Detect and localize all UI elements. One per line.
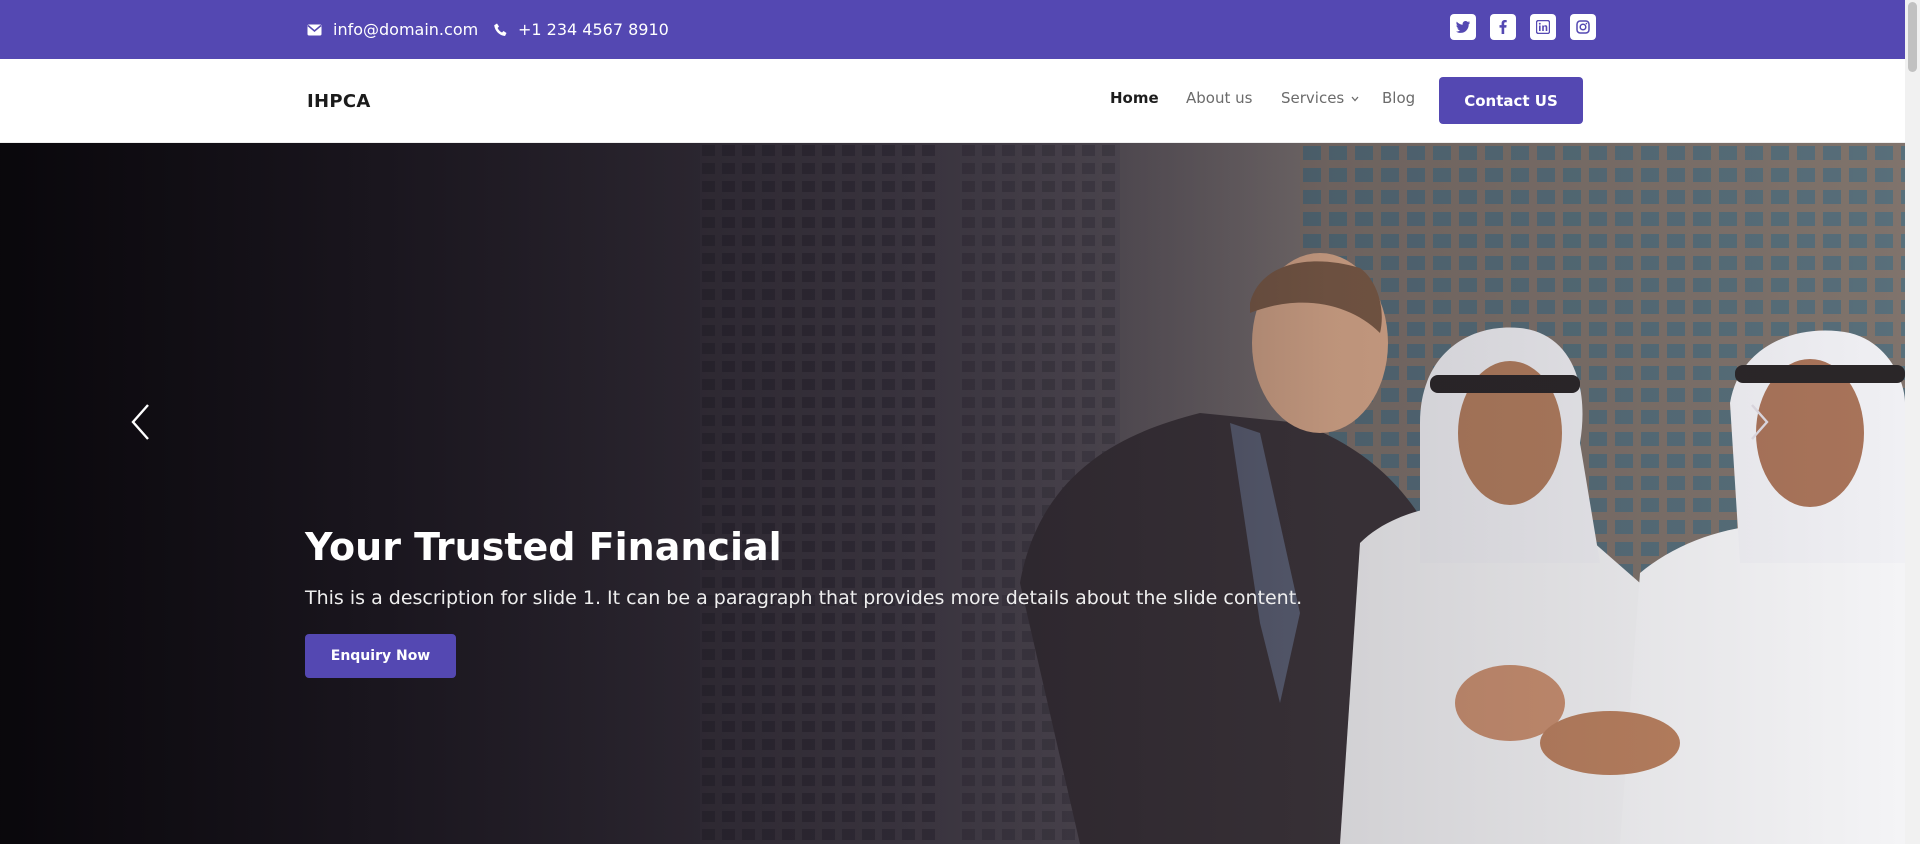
hero-title: Your Trusted Financial [305,525,782,569]
hero-slider: Your Trusted Financial This is a descrip… [0,143,1905,844]
social-links [1450,14,1596,40]
nav-item-home[interactable]: Home [1110,89,1159,107]
phone-contact[interactable]: +1 234 4567 8910 [494,0,669,59]
nav-item-about-us[interactable]: About us [1186,89,1252,107]
chevron-down-icon [1351,96,1359,101]
phone-icon [494,23,507,36]
page-scrollbar[interactable] [1905,0,1920,844]
email-contact[interactable]: info@domain.com [307,0,478,59]
linkedin-link[interactable] [1530,14,1556,40]
phone-text: +1 234 4567 8910 [518,20,669,39]
facebook-link[interactable] [1490,14,1516,40]
linkedin-icon [1536,20,1550,34]
nav-item-blog[interactable]: Blog [1382,89,1415,107]
nav-item-services[interactable]: Services [1281,89,1359,107]
slider-prev-arrow[interactable] [130,403,152,441]
slider-next-arrow[interactable] [1748,403,1770,441]
email-text: info@domain.com [333,20,479,39]
enquiry-now-button[interactable]: Enquiry Now [305,634,456,678]
envelope-icon [307,24,322,35]
hero-dark-overlay [0,143,1905,844]
main-navbar: IHPCA Home About us Services Blog Contac… [0,59,1905,143]
facebook-icon [1499,20,1507,34]
instagram-icon [1576,20,1590,34]
site-logo[interactable]: IHPCA [307,59,371,143]
twitter-link[interactable] [1450,14,1476,40]
nav-item-services-label: Services [1281,89,1345,107]
instagram-link[interactable] [1570,14,1596,40]
scrollbar-thumb[interactable] [1908,2,1917,72]
hero-description: This is a description for slide 1. It ca… [305,587,1303,609]
top-contact-bar: info@domain.com +1 234 4567 8910 [0,0,1905,59]
contact-us-button[interactable]: Contact US [1439,77,1583,124]
twitter-icon [1456,21,1470,33]
